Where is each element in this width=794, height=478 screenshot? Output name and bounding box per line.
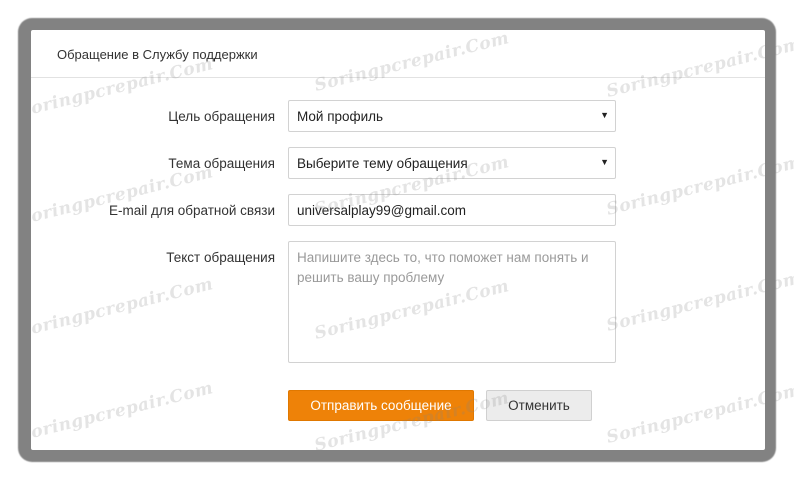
email-label: E-mail для обратной связи [108, 203, 275, 218]
message-placeholder: Напишите здесь то, что поможет нам понят… [297, 250, 589, 285]
email-input-value: universalplay99@gmail.com [297, 203, 467, 218]
purpose-select-value: Мой профиль [297, 109, 384, 124]
topic-label: Тема обращения [168, 156, 275, 171]
dialog-header: Обращение в Службу поддержки [31, 30, 765, 78]
message-textarea[interactable]: Напишите здесь то, что поможет нам понят… [288, 241, 616, 363]
topic-select[interactable]: Выберите тему обращения ▼ [288, 147, 616, 179]
support-dialog: Обращение в Службу поддержки Цель обраще… [31, 30, 765, 450]
dropdown-arrow-icon: ▼ [600, 110, 609, 120]
topic-select-value: Выберите тему обращения [297, 156, 468, 171]
email-input[interactable]: universalplay99@gmail.com [288, 194, 616, 226]
purpose-label: Цель обращения [168, 109, 275, 124]
message-label: Текст обращения [166, 250, 275, 265]
purpose-select[interactable]: Мой профиль ▼ [288, 100, 616, 132]
dropdown-arrow-icon: ▼ [600, 157, 609, 167]
submit-button[interactable]: Отправить сообщение [288, 390, 474, 421]
dialog-title: Обращение в Службу поддержки [57, 47, 258, 62]
cancel-button[interactable]: Отменить [486, 390, 592, 421]
